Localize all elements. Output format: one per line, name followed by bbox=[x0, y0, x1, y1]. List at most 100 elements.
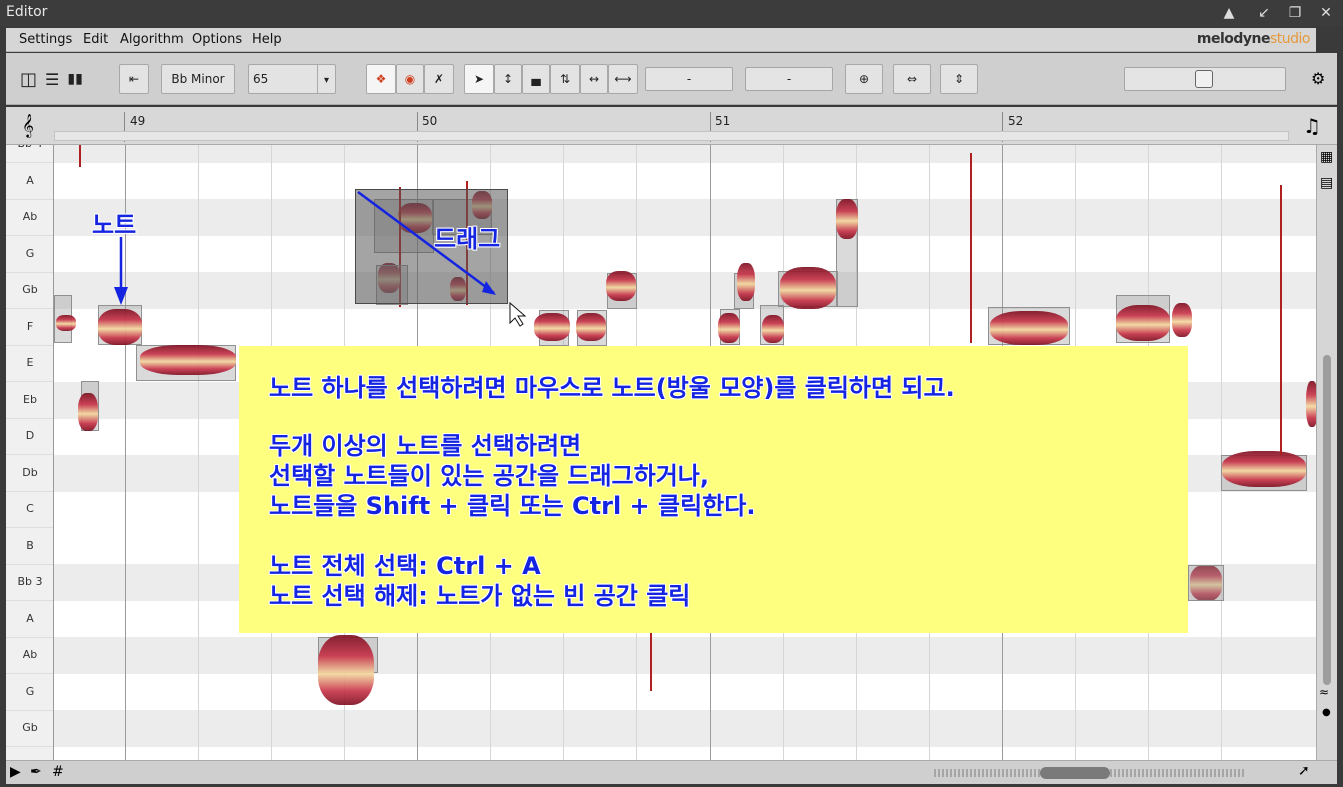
instruction-line-1: 노트 하나를 선택하려면 마우스로 노트(방울 모양)를 클릭하면 되고. bbox=[269, 374, 955, 402]
layout-icon[interactable]: ◫ bbox=[20, 69, 37, 90]
fit-view-icon[interactable]: ➚ bbox=[1298, 763, 1310, 779]
quantize-icon: ⇔ bbox=[906, 72, 918, 86]
wrench-icon: ✗ bbox=[433, 72, 445, 86]
pointer-icon: ➤ bbox=[473, 72, 485, 86]
bar-label: 51 bbox=[715, 114, 731, 128]
undock-icon[interactable]: ↙ bbox=[1254, 3, 1274, 23]
brand-logo: melodynestudio bbox=[1196, 31, 1311, 47]
pitch-key: E bbox=[6, 345, 53, 382]
grid-icon[interactable]: ▦ bbox=[1320, 149, 1333, 165]
zoom-wave-icon[interactable]: ≈ bbox=[1319, 685, 1329, 699]
snap-icon: ⇤ bbox=[128, 72, 140, 86]
drag-arrowhead bbox=[482, 281, 496, 295]
zoom-slider-knob[interactable]: ● bbox=[1322, 707, 1331, 718]
scale-label: Bb Minor bbox=[171, 72, 225, 86]
pitch-key: Eb bbox=[6, 382, 53, 419]
pitch-key: Gb bbox=[6, 272, 53, 309]
tempo-value: 65 bbox=[253, 72, 269, 86]
note-info-field-b[interactable]: - bbox=[745, 67, 833, 91]
title-bar: Editor ▲ ↙ ❐ ✕ bbox=[0, 0, 1343, 26]
pitch-key: D bbox=[6, 418, 53, 455]
bars-icon[interactable]: ▤ bbox=[1320, 175, 1333, 191]
menu-bar: Settings Edit Algorithm Options Help mel… bbox=[6, 28, 1316, 52]
menu-options[interactable]: Options bbox=[192, 32, 242, 47]
window-title: Editor bbox=[6, 4, 48, 20]
brush-icon[interactable]: ✒ bbox=[30, 764, 42, 780]
time-tool-button[interactable]: ↔ bbox=[580, 64, 608, 94]
menu-help[interactable]: Help bbox=[252, 32, 282, 47]
pitch-shift-icon: ↕ bbox=[502, 72, 514, 86]
play-tool-icon[interactable]: ▶ bbox=[10, 764, 21, 780]
pitch-tool-button[interactable]: ◉ bbox=[396, 64, 424, 94]
spectrum-icon[interactable]: ▮▮ bbox=[67, 71, 82, 87]
instruction-box: 노트 하나를 선택하려면 마우스로 노트(방울 모양)를 클릭하면 되고. 두개… bbox=[239, 346, 1188, 633]
separation-tool-button[interactable]: ⟷ bbox=[608, 64, 638, 94]
pitch-ruler[interactable]: Bb 4 A Ab G Gb F E Eb D Db C B Bb 3 A Ab… bbox=[6, 145, 54, 760]
pitch-key: Ab bbox=[6, 637, 53, 674]
scale-button[interactable]: Bb Minor bbox=[161, 64, 235, 94]
field-b-value: - bbox=[786, 72, 792, 86]
ruler-track[interactable] bbox=[54, 131, 1289, 141]
pitch-key: Db bbox=[6, 455, 53, 492]
tempo-dropdown-icon[interactable]: ▾ bbox=[317, 65, 335, 93]
tempo-field[interactable]: 65 ▾ bbox=[248, 64, 336, 94]
field-a-value: - bbox=[686, 72, 692, 86]
zoom-handle[interactable] bbox=[1195, 70, 1213, 88]
pitch-key: B bbox=[6, 528, 53, 565]
menu-settings[interactable]: Settings bbox=[19, 32, 72, 47]
mouse-cursor-icon bbox=[509, 301, 527, 327]
drag-direction-arrow bbox=[357, 190, 495, 295]
hash-grid-icon[interactable]: # bbox=[52, 764, 64, 780]
pitch-key: Gb bbox=[6, 710, 53, 747]
bar-label: 52 bbox=[1008, 114, 1024, 128]
menu-algorithm[interactable]: Algorithm bbox=[120, 32, 184, 47]
overview-scroll-thumb[interactable] bbox=[1040, 767, 1110, 779]
maximize-icon[interactable]: ❐ bbox=[1285, 3, 1305, 23]
pitch-key: G bbox=[6, 674, 53, 711]
amplitude-tool-button[interactable]: ⇅ bbox=[550, 64, 580, 94]
pointer-tool-button[interactable]: ➤ bbox=[464, 64, 494, 94]
pitch-shift-tool-button[interactable]: ↕ bbox=[494, 64, 522, 94]
music-note-icon[interactable]: ♫ bbox=[1303, 114, 1321, 138]
zoom-slider[interactable] bbox=[1124, 67, 1286, 91]
fit-vertical-button[interactable]: ⇕ bbox=[940, 64, 978, 94]
timeline-ruler[interactable]: 𝄞 49 50 51 52 ♫ bbox=[6, 107, 1337, 145]
pitch-key: A bbox=[6, 163, 53, 200]
clef-icon[interactable]: 𝄞 bbox=[22, 113, 34, 137]
pitch-key: Bb 3 bbox=[6, 564, 53, 601]
pitch-key: C bbox=[6, 491, 53, 528]
toolbar: ◫ ☰ ▮▮ ⇤ Bb Minor 65 ▾ ❖ ◉ ✗ ➤ ↕ ▄ ⇅ ↔ ⟷… bbox=[6, 53, 1337, 105]
instruction-line-6: 노트 선택 해제: 노트가 없는 빈 공간 클릭 bbox=[269, 582, 691, 610]
amplitude-icon: ⇅ bbox=[559, 72, 571, 86]
vertical-scrollbar[interactable] bbox=[1323, 355, 1331, 685]
bar-label: 49 bbox=[130, 114, 146, 128]
menu-edit[interactable]: Edit bbox=[83, 32, 108, 47]
wrench-tool-button[interactable]: ✗ bbox=[424, 64, 454, 94]
fit-icon: ⇕ bbox=[953, 72, 965, 86]
pitch-key: Bb 4 bbox=[6, 145, 53, 163]
center-icon: ⊕ bbox=[858, 72, 870, 86]
time-icon: ↔ bbox=[588, 72, 600, 86]
formant-tool-button[interactable]: ▄ bbox=[522, 64, 550, 94]
instruction-line-4: 노트들을 Shift + 클릭 또는 Ctrl + 클릭한다. bbox=[269, 492, 756, 520]
pitch-key: F bbox=[6, 309, 53, 346]
bar-label: 50 bbox=[422, 114, 438, 128]
mixer-icon[interactable]: ☰ bbox=[45, 70, 59, 89]
close-icon[interactable]: ✕ bbox=[1316, 3, 1336, 23]
formant-icon: ▄ bbox=[531, 72, 541, 86]
note-tool-icon: ❖ bbox=[375, 72, 387, 86]
right-sidebar: ▦ ▤ ≈ ● bbox=[1316, 145, 1337, 760]
pitch-key: Ab bbox=[6, 199, 53, 236]
gear-icon[interactable]: ⚙ bbox=[1311, 69, 1325, 88]
pin-icon[interactable]: ▲ bbox=[1219, 3, 1239, 23]
status-bar: ▶ ✒ # ➚ bbox=[6, 760, 1337, 784]
blob-icon: ◉ bbox=[404, 72, 416, 86]
snap-button[interactable]: ⇤ bbox=[119, 64, 149, 94]
note-info-field-a[interactable]: - bbox=[645, 67, 733, 91]
separation-icon: ⟷ bbox=[614, 72, 632, 86]
quantize-time-button[interactable]: ⇔ bbox=[893, 64, 931, 94]
center-pitch-button[interactable]: ⊕ bbox=[845, 64, 883, 94]
pitch-key: G bbox=[6, 236, 53, 273]
main-tool-button[interactable]: ❖ bbox=[366, 64, 396, 94]
pitch-key: A bbox=[6, 601, 53, 638]
